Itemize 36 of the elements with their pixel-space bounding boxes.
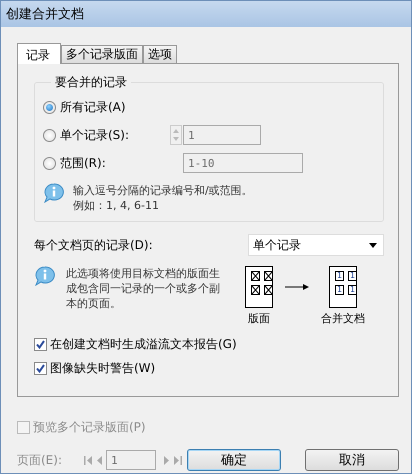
diagram-label: 合并文档 [321, 311, 365, 326]
field-label: 每个文档页的记录(D): [34, 236, 153, 254]
radio-label[interactable]: 范围(R): [60, 154, 170, 172]
radio-label[interactable]: 单个记录(S): [60, 126, 170, 144]
next-page-icon[interactable] [164, 456, 170, 464]
checkbox[interactable] [34, 362, 47, 374]
previous-page-icon[interactable] [96, 456, 102, 464]
checkbox-label[interactable]: 图像缺失时警告(W) [50, 360, 156, 376]
checkbox-label[interactable]: 在创建文档时生成溢流文本报告(G) [50, 336, 237, 352]
radio-label[interactable]: 所有记录(A) [60, 98, 170, 116]
checkbox[interactable] [34, 338, 47, 350]
diagram-label: 版面 [248, 311, 270, 326]
radio-button[interactable] [43, 128, 56, 142]
merged-page-drawing: 1 1 1 1 [329, 266, 357, 308]
records-dropdown[interactable]: 单个记录 [248, 234, 384, 256]
hint-text: 此选项将使用目标文档的版面生成包含同一记录的一个或多个副本的页面。 [66, 266, 221, 311]
tab[interactable]: 记录 [17, 43, 61, 64]
hint-text: 例如：1, 4, 6-11 [73, 198, 160, 213]
caret-icon [369, 242, 377, 248]
dialog-button[interactable]: 确定 [187, 449, 281, 471]
tab[interactable]: 多个记录版面 [61, 45, 143, 63]
dialog-button[interactable]: 取消 [305, 449, 399, 471]
info-icon [43, 183, 65, 203]
window-title: 创建合并文档 [6, 6, 84, 23]
first-page-icon[interactable] [84, 456, 92, 464]
arrow-icon [285, 284, 309, 290]
hint-text: 输入逗号分隔的记录编号和/或范围。 [73, 183, 253, 198]
spin-buttons[interactable] [170, 125, 182, 145]
layout-page-drawing [245, 266, 273, 308]
radio-button[interactable] [43, 156, 56, 170]
radio-button[interactable] [43, 100, 56, 114]
group-title: 要合并的记录 [54, 74, 128, 91]
info-icon [34, 266, 56, 286]
last-page-icon[interactable] [174, 456, 182, 464]
field-label: 页面(E): [17, 452, 62, 468]
tab[interactable]: 选项 [143, 45, 177, 63]
